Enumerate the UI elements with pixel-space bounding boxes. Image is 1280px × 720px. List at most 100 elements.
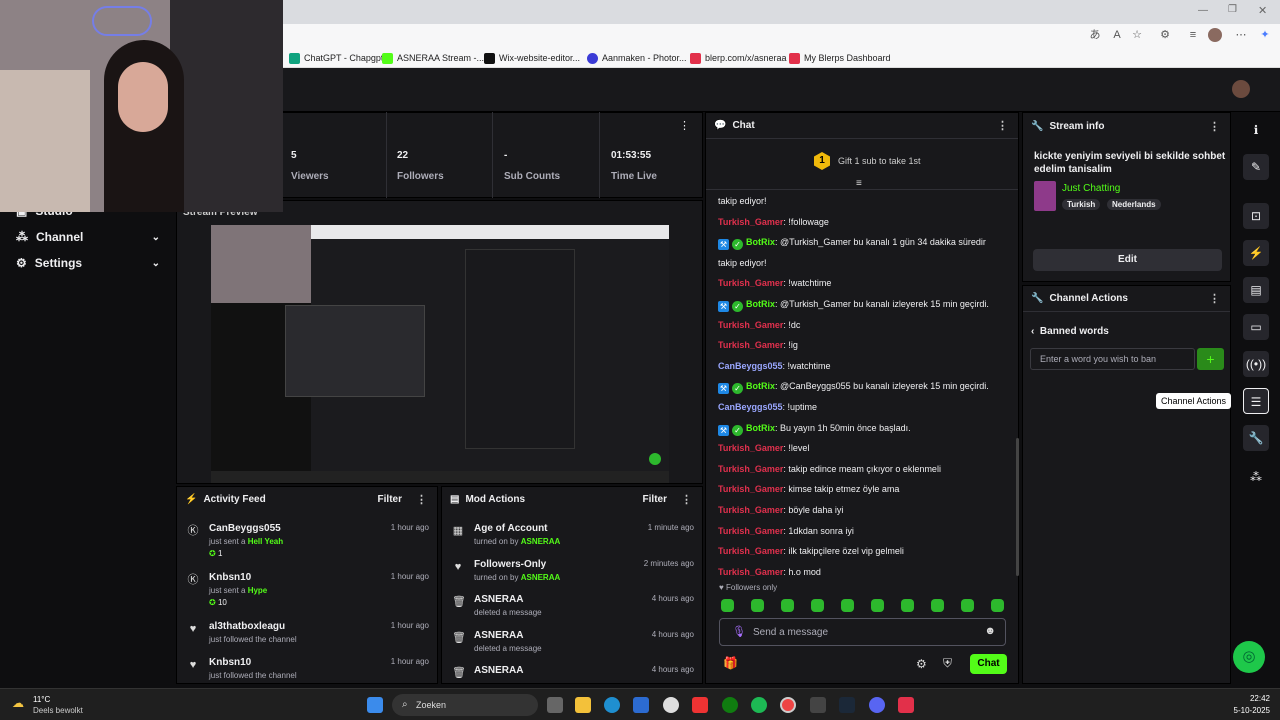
emote-icon[interactable] [841,599,854,612]
windows-start-icon[interactable] [367,697,383,713]
spotify-icon[interactable] [751,697,767,713]
chat-scrollbar[interactable] [1016,438,1019,576]
bookmark-asneraa[interactable]: ASNERAA Stream -... [382,51,484,65]
info-icon[interactable]: ℹ [1243,117,1269,143]
screen-capture-icon[interactable]: ⊡ [1243,203,1269,229]
banned-word-input[interactable]: Enter a word you wish to ban [1030,348,1195,370]
expand-icon[interactable]: ≡ [856,178,862,189]
chat-username[interactable]: Turkish_Gamer [718,526,783,536]
favorite-star-icon[interactable]: ☆ [1130,28,1144,42]
channel-actions-kebab-icon[interactable]: ⋮ [1207,292,1222,305]
chat-username[interactable]: Turkish_Gamer [718,278,783,288]
copilot-icon[interactable]: ✦ [1258,28,1272,42]
emoji-icon[interactable]: ☻ [984,625,996,637]
chat-username[interactable]: Turkish_Gamer [718,464,783,474]
activity-kebab-icon[interactable]: ⋮ [414,493,429,506]
chat-username[interactable]: Turkish_Gamer [718,443,783,453]
chrome-icon[interactable] [780,697,796,713]
emote-icon[interactable] [991,599,1004,612]
store-icon[interactable] [633,697,649,713]
help-chat-button[interactable]: ◎ [1233,641,1265,673]
close-window-icon[interactable]: ✕ [1258,4,1267,17]
channel-actions-rail-icon[interactable]: ☰ [1243,388,1269,414]
tag-nederlands[interactable]: Nederlands [1107,199,1161,210]
edit-pencil-icon[interactable]: ✎ [1243,154,1269,180]
emote-icon[interactable] [961,599,974,612]
chat-username[interactable]: BotRix [746,299,775,309]
nav-settings[interactable]: ⚙ Settings ⌄ [0,250,176,276]
stream-info-kebab-icon[interactable]: ⋮ [1207,120,1222,133]
extensions-icon[interactable]: ⚙ [1158,28,1172,42]
app-icon[interactable] [810,697,826,713]
bookmark-blerps-dashboard[interactable]: My Blerps Dashboard [789,51,891,65]
taskbar-search[interactable]: ⌕ Zoeken [392,694,538,716]
broadcast-icon[interactable]: ((•)) [1243,351,1269,377]
alienware-icon[interactable] [663,697,679,713]
chat-username[interactable]: Turkish_Gamer [718,546,783,556]
favorites-icon[interactable]: ≡ [1186,28,1200,42]
mod-username[interactable]: ASNERAA [521,537,561,546]
chat-username[interactable]: Turkish_Gamer [718,567,783,577]
stream-preview-video[interactable] [211,225,669,483]
add-banned-word-button[interactable]: + [1197,348,1224,370]
user-avatar[interactable] [1232,80,1250,98]
chat-rail-icon[interactable]: ▭ [1243,314,1269,340]
chat-username[interactable]: BotRix [746,237,775,247]
mod-filter-button[interactable]: Filter [643,494,667,505]
gift-icon[interactable]: 🎁 [723,656,738,670]
chat-username[interactable]: BotRix [746,423,775,433]
bookmark-photoroom[interactable]: Aanmaken - Photor... [587,51,687,65]
chat-input[interactable]: 🎙 Send a message ☻ [719,618,1006,646]
emote-icon[interactable] [781,599,794,612]
profile-avatar[interactable] [1208,28,1222,42]
chat-username[interactable]: BotRix [746,381,775,391]
maximize-icon[interactable]: ❐ [1228,4,1237,15]
mod-username[interactable]: ASNERAA [521,573,561,582]
lightning-rail-icon[interactable]: ⚡ [1243,240,1269,266]
microphone-icon[interactable]: 🎙 [732,625,746,638]
nav-channel[interactable]: ⁂ Channel ⌄ [0,224,176,250]
activity-filter-button[interactable]: Filter [378,494,402,505]
emote-icon[interactable] [901,599,914,612]
gift-banner[interactable]: 1 Gift 1 sub to take 1st ≡ [706,140,1018,190]
translate-icon[interactable]: あ [1088,28,1102,42]
chat-username[interactable]: CanBeyggs055 [718,402,783,412]
minimize-icon[interactable]: — [1198,5,1208,16]
wrench-rail-icon[interactable]: 🔧 [1243,425,1269,451]
discord-icon[interactable] [869,697,885,713]
steam-icon[interactable] [839,697,855,713]
edge-icon[interactable] [604,697,620,713]
emote-icon[interactable] [721,599,734,612]
document-rail-icon[interactable]: ▤ [1243,277,1269,303]
tag-turkish[interactable]: Turkish [1062,199,1101,210]
bookmark-blerp[interactable]: blerp.com/x/asneraa [690,51,787,65]
apps-icon[interactable]: ⁂ [1243,464,1269,490]
blerp-taskbar-icon[interactable] [898,697,914,713]
send-chat-button[interactable]: Chat [970,654,1007,674]
mod-kebab-icon[interactable]: ⋮ [679,493,694,506]
task-view-icon[interactable] [547,697,563,713]
file-explorer-icon[interactable] [575,697,591,713]
youtube-icon[interactable] [692,697,708,713]
bookmark-wix[interactable]: Wix-website-editor... [484,51,580,65]
emote-icon[interactable] [751,599,764,612]
settings-gear-icon[interactable]: ⚙ [916,657,927,671]
chat-kebab-icon[interactable]: ⋮ [995,119,1010,132]
clock-time[interactable]: 22:42 [1250,694,1270,703]
more-menu-icon[interactable]: ⋯ [1234,28,1248,42]
chat-username[interactable]: Turkish_Gamer [718,217,783,227]
mod-shield-icon[interactable]: ⛨ [943,656,952,671]
weather-temp[interactable]: 11°C [33,695,50,704]
chat-username[interactable]: CanBeyggs055 [718,361,783,371]
emote-icon[interactable] [871,599,884,612]
category-thumbnail[interactable] [1034,181,1056,211]
chat-username[interactable]: Turkish_Gamer [718,320,783,330]
edit-stream-button[interactable]: Edit [1033,249,1222,271]
chat-username[interactable]: Turkish_Gamer [718,484,783,494]
banned-words-back[interactable]: ‹ Banned words [1031,326,1109,337]
category-link[interactable]: Just Chatting [1062,183,1120,194]
read-aloud-icon[interactable]: A [1110,28,1124,42]
emote-icon[interactable] [811,599,824,612]
bookmark-chatgpt[interactable]: ChatGPT - Chapgpt [289,51,383,65]
chat-username[interactable]: Turkish_Gamer [718,340,783,350]
